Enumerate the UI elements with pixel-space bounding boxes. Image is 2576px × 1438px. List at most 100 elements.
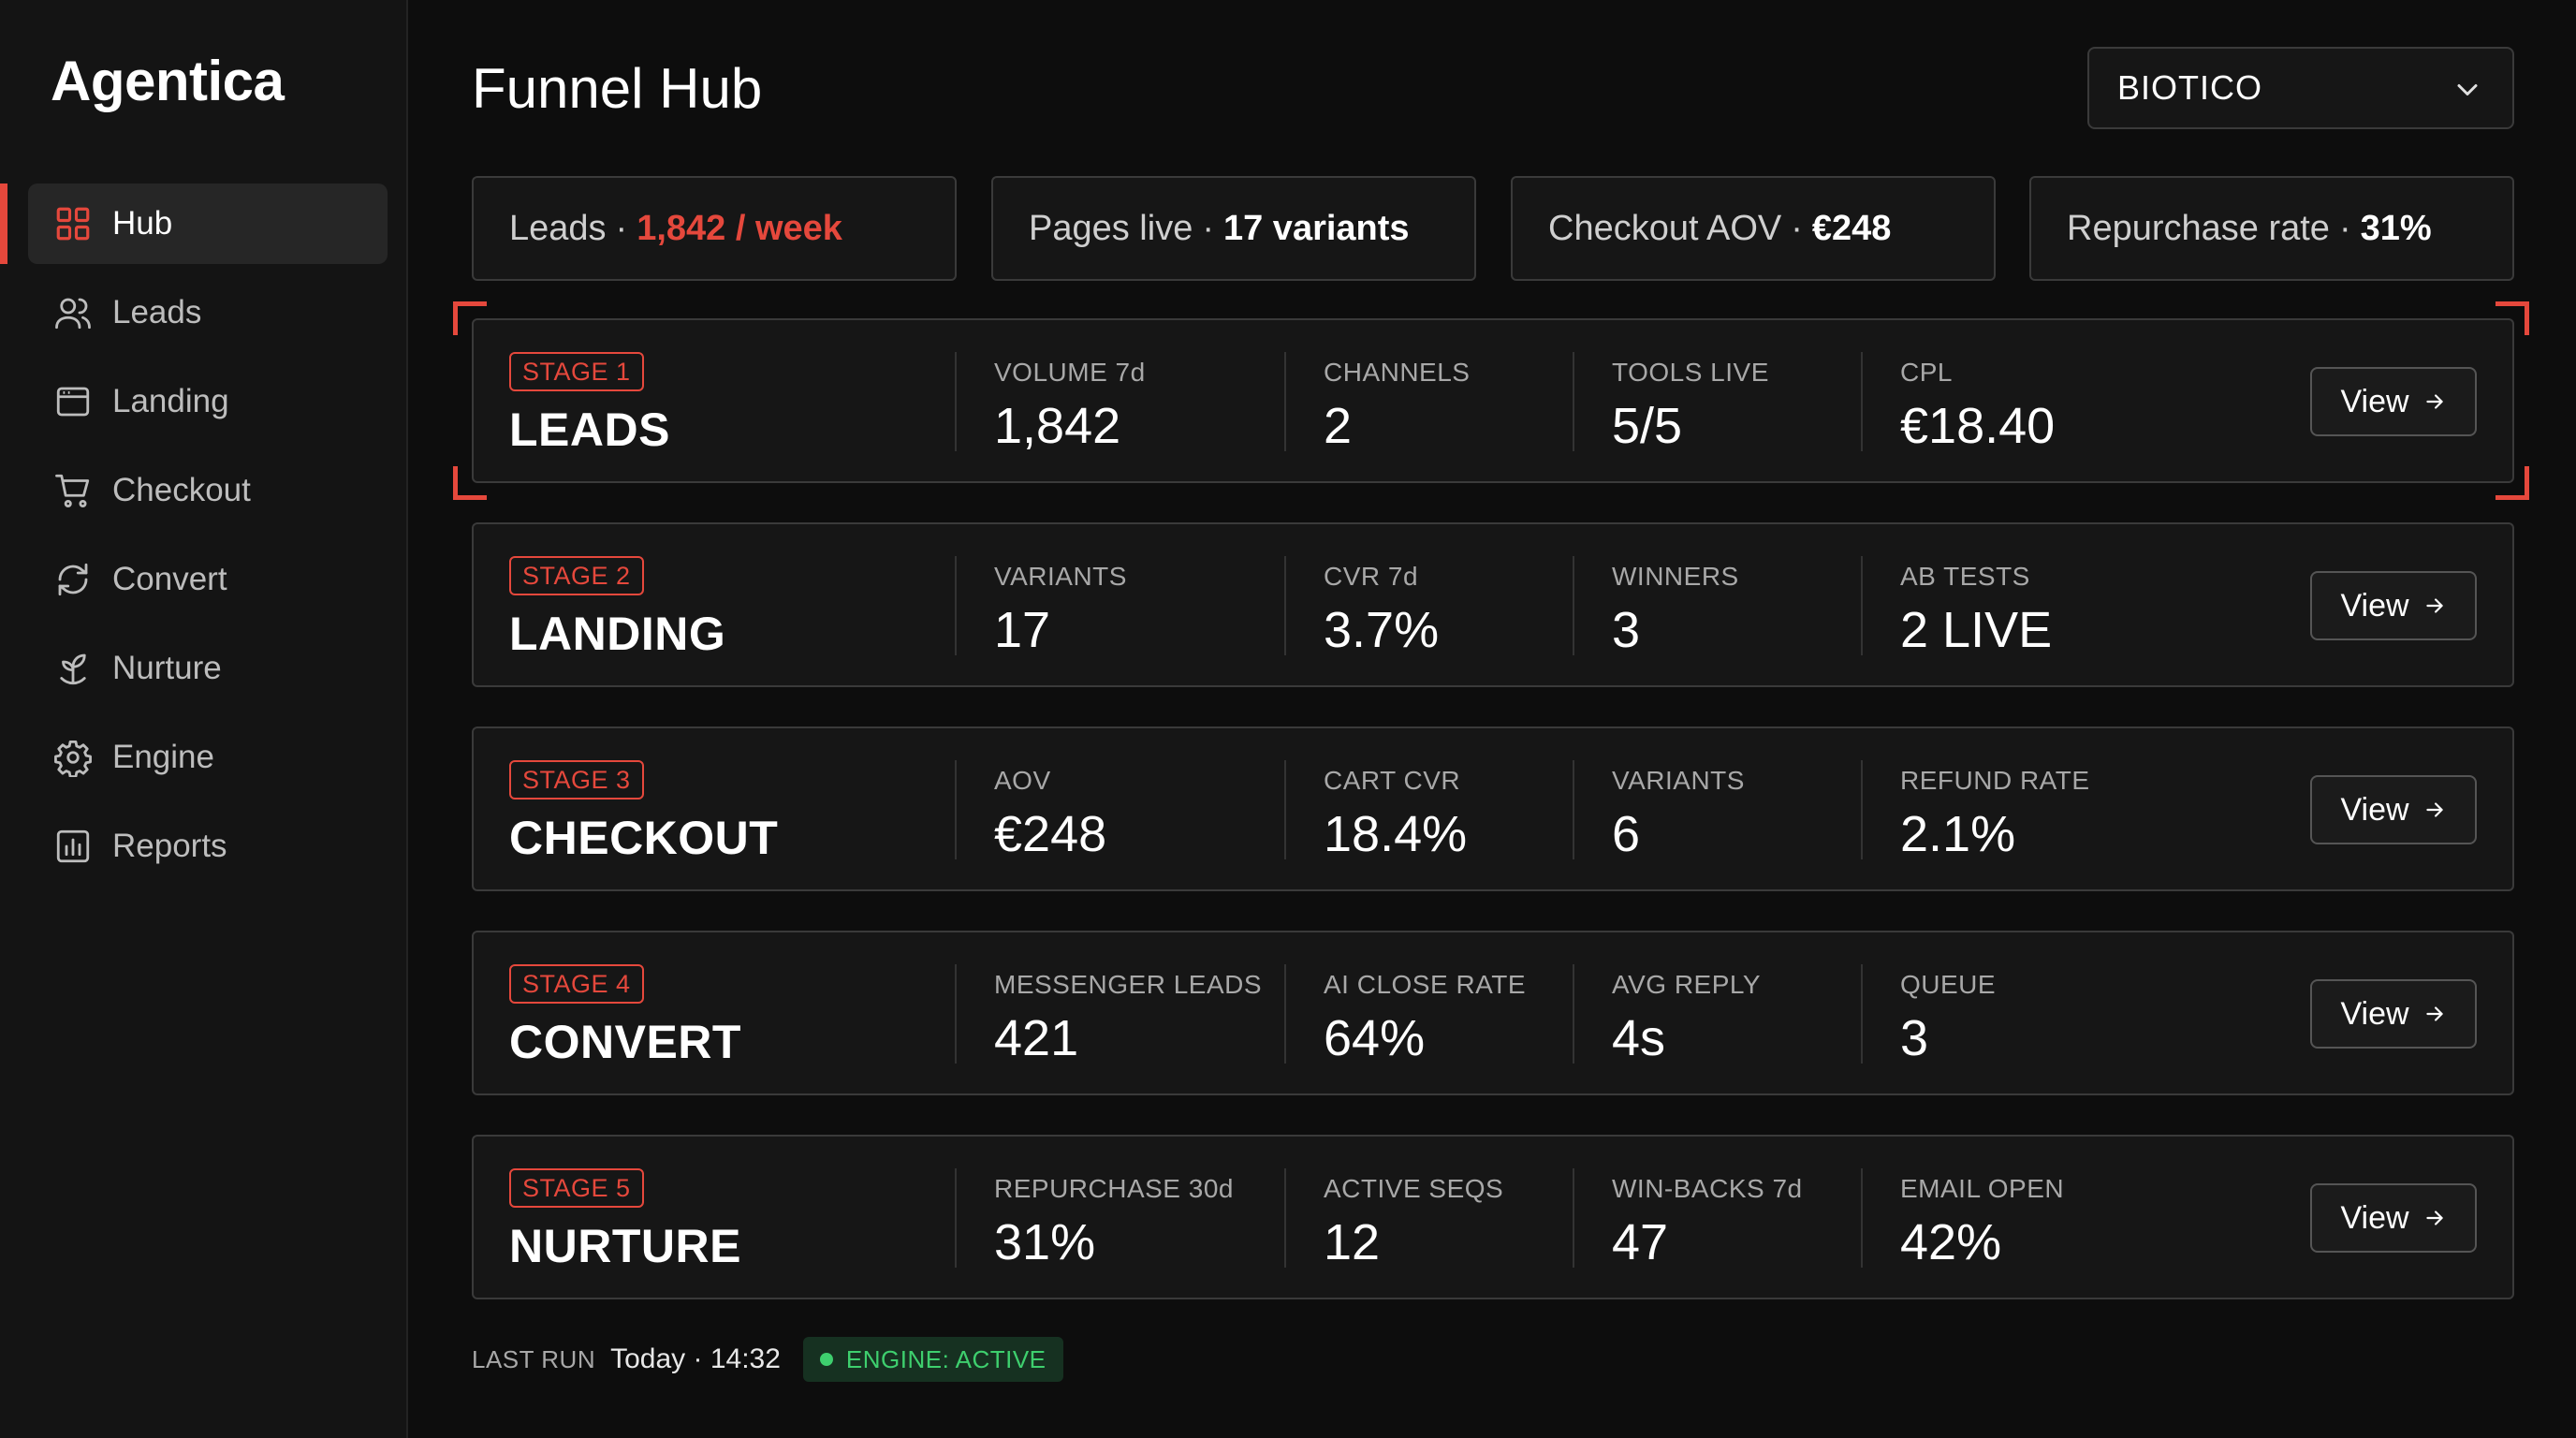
status-dot-icon xyxy=(819,1353,833,1366)
metric: CHANNELS 2 xyxy=(1324,358,1470,455)
kpi-separator: · xyxy=(615,208,628,248)
divider xyxy=(1861,556,1863,655)
kpi-value: 31% xyxy=(2360,208,2432,248)
metric-value: 31% xyxy=(994,1214,1096,1270)
gear-icon xyxy=(52,737,94,778)
kpi-repurchase-rate: Repurchase rate · 31% xyxy=(2029,176,2514,281)
divider xyxy=(1284,352,1286,451)
metric-label: MESSENGER LEADS xyxy=(994,970,1263,999)
view-button[interactable]: View xyxy=(2310,367,2477,436)
metric-value: 3 xyxy=(1612,602,1641,658)
metric: EMAIL OPEN 42% xyxy=(1900,1174,2064,1271)
metric-label: VOLUME 7d xyxy=(994,358,1146,387)
kpi-leads: Leads · 1,842 / week xyxy=(472,176,957,281)
metric: MESSENGER LEADS 421 xyxy=(994,970,1262,1067)
kpi-label: Pages live xyxy=(1029,208,1193,248)
metric-label: CHANNELS xyxy=(1324,358,1471,387)
metric: AI CLOSE RATE 64% xyxy=(1324,970,1526,1067)
arrow-right-icon xyxy=(2425,1006,2443,1021)
metric-value: 18.4% xyxy=(1324,806,1468,862)
divider xyxy=(955,760,957,859)
view-button[interactable]: View xyxy=(2310,571,2477,640)
chevron-down-icon xyxy=(2457,84,2478,95)
metric-value: 2.1% xyxy=(1900,806,2016,862)
sidebar-item-label: Leads xyxy=(112,294,202,330)
kpi-separator: · xyxy=(1791,208,1803,248)
metric: VARIANTS 6 xyxy=(1612,766,1745,863)
sidebar-item-label: Checkout xyxy=(112,472,251,508)
metric: CPL €18.40 xyxy=(1900,358,2055,455)
divider xyxy=(1573,964,1574,1064)
cart-icon xyxy=(52,470,94,511)
users-icon xyxy=(52,292,94,333)
sidebar-item-convert[interactable]: Convert xyxy=(0,539,408,620)
divider xyxy=(1573,556,1574,655)
sidebar-item-hub[interactable]: Hub xyxy=(0,183,408,264)
divider xyxy=(1861,1168,1863,1268)
sidebar: Agentica Hub Leads Landing Checkout Conv… xyxy=(0,0,408,1438)
sidebar-item-nurture[interactable]: Nurture xyxy=(0,628,408,709)
last-run-value: Today · 14:32 xyxy=(610,1343,781,1374)
metric-value: 4s xyxy=(1612,1010,1666,1066)
metric: WIN-BACKS 7d 47 xyxy=(1612,1174,1803,1271)
stage-card-landing[interactable]: STAGE 2 LANDING VARIANTS 17 CVR 7d 3.7% WI… xyxy=(472,522,2514,687)
brand-logo[interactable]: Agentica xyxy=(51,49,285,113)
arrow-right-icon xyxy=(2425,802,2443,817)
metric-value: 42% xyxy=(1900,1214,2002,1270)
stage-card-nurture[interactable]: STAGE 5 NURTURE REPURCHASE 30d 31% ACTIVE… xyxy=(472,1135,2514,1299)
divider xyxy=(955,556,957,655)
metric-label: VARIANTS xyxy=(994,562,1127,591)
metric: AB TESTS 2 LIVE xyxy=(1900,562,2052,659)
metric: VOLUME 7d 1,842 xyxy=(994,358,1146,455)
account-select[interactable]: BIOTICO xyxy=(2087,47,2514,129)
divider xyxy=(1861,964,1863,1064)
stage-badge: STAGE 3 xyxy=(509,760,644,800)
divider xyxy=(1284,1168,1286,1268)
arrow-right-icon xyxy=(2425,394,2443,409)
stage-name: NURTURE xyxy=(509,1220,741,1272)
metric-label: CART CVR xyxy=(1324,766,1461,795)
metric-value: €18.40 xyxy=(1900,398,2056,454)
kpi-separator: · xyxy=(1202,208,1214,248)
metric-value: 17 xyxy=(994,602,1051,658)
metric-label: AI CLOSE RATE xyxy=(1324,970,1527,999)
metric-value: €248 xyxy=(994,806,1107,862)
metric: AOV €248 xyxy=(994,766,1106,863)
stage-badge: STAGE 4 xyxy=(509,964,644,1004)
metric-label: EMAIL OPEN xyxy=(1900,1174,2065,1203)
metric-label: AVG REPLY xyxy=(1612,970,1762,999)
browser-window-icon xyxy=(52,381,94,422)
sidebar-item-label: Convert xyxy=(112,561,227,597)
metric-label: AOV xyxy=(994,766,1051,795)
divider xyxy=(955,964,957,1064)
sidebar-item-label: Reports xyxy=(112,828,227,864)
engine-status-badge: ENGINE: ACTIVE xyxy=(802,1337,1063,1382)
sidebar-item-checkout[interactable]: Checkout xyxy=(0,450,408,531)
sidebar-item-landing[interactable]: Landing xyxy=(0,361,408,442)
sidebar-item-leads[interactable]: Leads xyxy=(0,272,408,353)
metric-value: 421 xyxy=(994,1010,1079,1066)
view-button[interactable]: View xyxy=(2310,979,2477,1049)
divider xyxy=(955,352,957,451)
divider xyxy=(1284,556,1286,655)
metric: CART CVR 18.4% xyxy=(1324,766,1467,863)
kpi-label: Leads xyxy=(509,208,607,248)
view-button-label: View xyxy=(2340,587,2409,624)
metric-value: 47 xyxy=(1612,1214,1669,1270)
arrow-right-icon xyxy=(2425,598,2443,613)
metric: REPURCHASE 30d 31% xyxy=(994,1174,1234,1271)
view-button-label: View xyxy=(2340,383,2409,419)
sidebar-item-engine[interactable]: Engine xyxy=(0,717,408,798)
metric-label: AB TESTS xyxy=(1900,562,2030,591)
view-button[interactable]: View xyxy=(2310,1183,2477,1253)
sidebar-item-reports[interactable]: Reports xyxy=(0,806,408,887)
arrow-right-icon xyxy=(2425,1211,2443,1225)
metric: ACTIVE SEQS 12 xyxy=(1324,1174,1503,1271)
view-button[interactable]: View xyxy=(2310,775,2477,844)
grid-icon xyxy=(52,203,94,244)
stage-card-checkout[interactable]: STAGE 3 CHECKOUT AOV €248 CART CVR 18.4% V… xyxy=(472,726,2514,891)
metric-label: VARIANTS xyxy=(1612,766,1745,795)
status-footer: LAST RUN Today · 14:32 ENGINE: ACTIVE xyxy=(472,1337,1063,1382)
stage-card-convert[interactable]: STAGE 4 CONVERT MESSENGER LEADS 421 AI CL… xyxy=(472,931,2514,1095)
stage-card-leads[interactable]: STAGE 1 LEADS VOLUME 7d 1,842 CHANNELS 2 T… xyxy=(472,318,2514,483)
